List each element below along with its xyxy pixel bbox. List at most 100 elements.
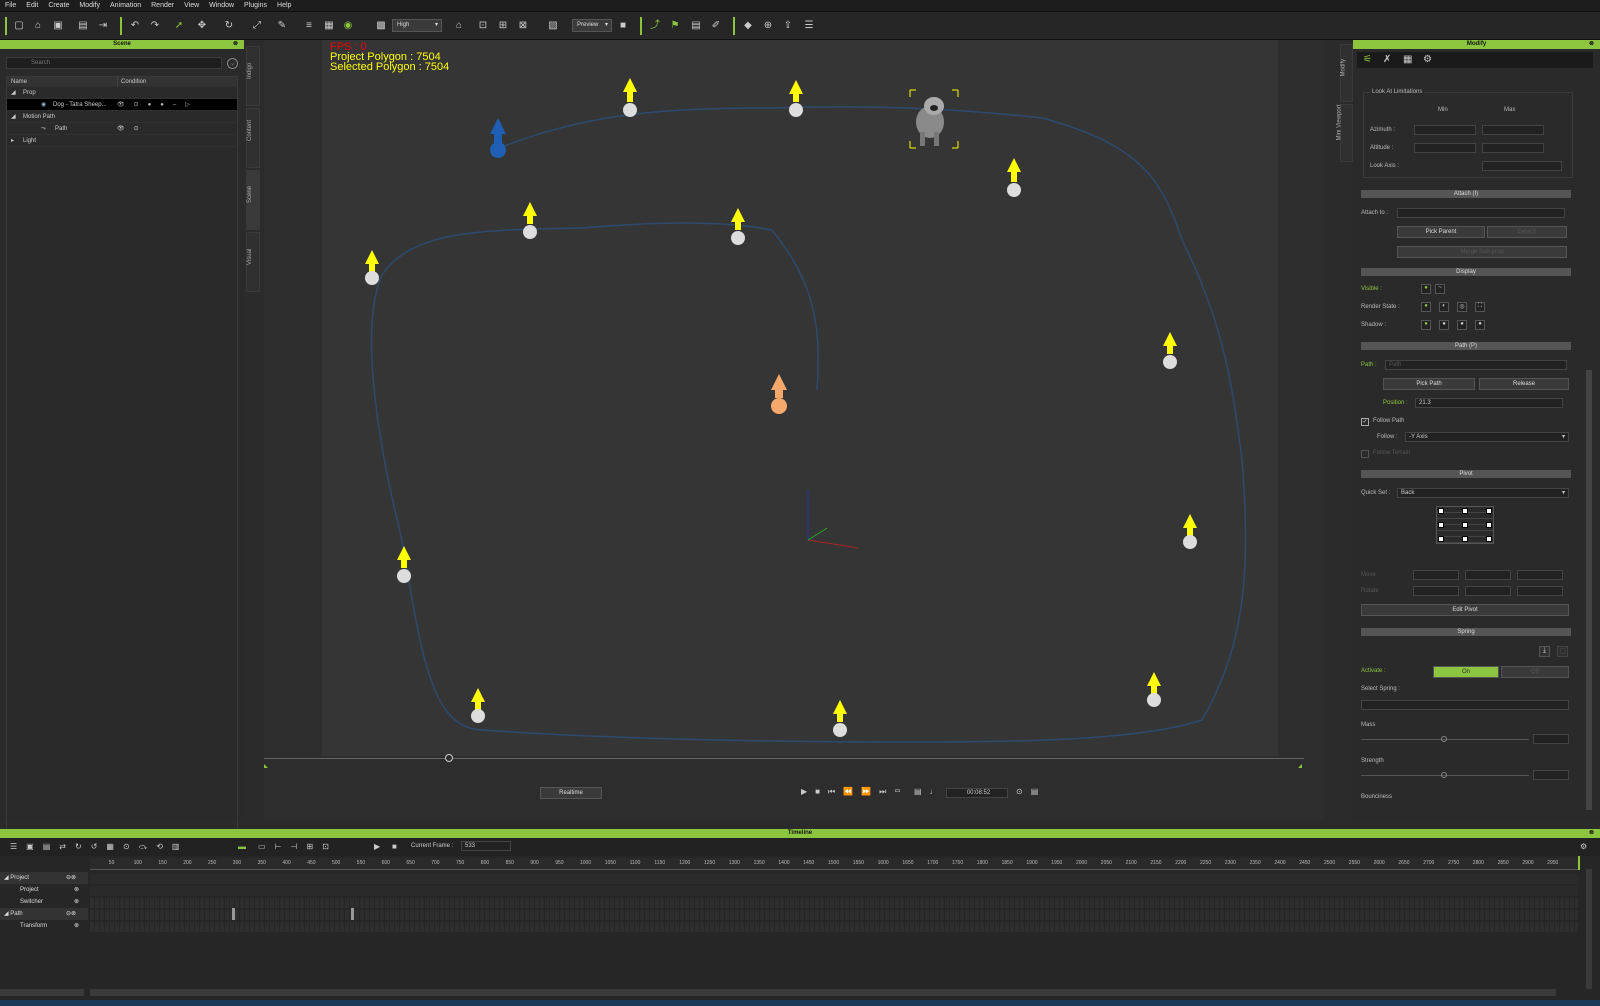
menu-animation[interactable]: Animation	[105, 0, 146, 12]
edit-pivot-button[interactable]: Edit Pivot	[1361, 604, 1569, 616]
track-lane[interactable]	[90, 874, 1578, 884]
position-field[interactable]: 21.3	[1415, 398, 1563, 408]
menu-help[interactable]: Help	[272, 0, 296, 12]
pivot-move-x[interactable]	[1413, 570, 1459, 580]
condition-icons[interactable]: 👁⊙	[117, 123, 148, 135]
track-lane[interactable]	[90, 910, 1578, 920]
track-project-group[interactable]: ◢ Project ⊖⊗	[0, 872, 88, 884]
close-icon[interactable]: ⊗	[1589, 40, 1594, 49]
tab-indigo[interactable]: Indigo	[246, 46, 260, 106]
timeline-tool-icons[interactable]: ☰▣▤⇄↻↺▦⊙⤼⟲▥	[10, 842, 188, 852]
tree-row-dog[interactable]: ◉ Dog - Tatra Sheep... 👁⊙●●‒▷	[7, 99, 237, 111]
range-end-icon[interactable]	[1298, 764, 1302, 768]
mass-slider-thumb[interactable]	[1441, 736, 1447, 742]
pick-path-button[interactable]: Pick Path	[1383, 378, 1475, 390]
attach-section-header[interactable]: Attach (I)	[1361, 190, 1571, 198]
spring-on-button[interactable]: On	[1433, 666, 1499, 678]
share-icon[interactable]: ⇪	[781, 19, 795, 33]
tab-mini-viewport[interactable]: Mini Viewport	[1337, 104, 1353, 162]
timeline-horizontal-scrollbar[interactable]	[90, 989, 1556, 996]
spring-off-button[interactable]: Off	[1501, 666, 1569, 678]
attach-to-field[interactable]	[1397, 208, 1565, 218]
spring-save-icon[interactable]: ▢	[1557, 646, 1568, 657]
playback-controls[interactable]: ▶■⏮⏪⏩⏭▭	[801, 787, 909, 797]
detach-button[interactable]: Detach	[1487, 226, 1567, 238]
attributes-icon[interactable]: ⚟	[1363, 54, 1372, 65]
altitude-max-field[interactable]	[1482, 143, 1544, 153]
save-icon[interactable]: ▣	[51, 19, 65, 33]
flag-icon[interactable]: ⚑	[668, 19, 682, 33]
timeline-play-icon[interactable]: ▶	[374, 842, 380, 851]
timeline-ruler[interactable]: 50 100 150 200 250 300 350 400 450 500 550 600 650 70…	[90, 858, 1578, 870]
menu-create[interactable]: Create	[43, 0, 74, 12]
tab-visual[interactable]: Visual	[246, 232, 260, 292]
modify-scrollbar[interactable]	[1586, 370, 1592, 810]
menu-plugins[interactable]: Plugins	[239, 0, 272, 12]
frame-icon[interactable]: ⊞	[496, 19, 510, 33]
close-icon[interactable]: ⊗	[1589, 829, 1594, 838]
timeline-settings-icon[interactable]: ⚙	[1580, 842, 1587, 851]
layer-icon[interactable]: ▦	[322, 19, 336, 33]
zoom-icon[interactable]: ⊕	[761, 19, 775, 33]
pivot-section-header[interactable]: Pivot	[1361, 470, 1571, 478]
redo-icon[interactable]: ↷	[148, 19, 162, 33]
path-section-header[interactable]: Path (P)	[1361, 342, 1571, 350]
tab-content[interactable]: Content	[246, 108, 260, 168]
physics-icon[interactable]: ⚙	[1423, 54, 1432, 65]
pin-icon[interactable]: ◆	[741, 19, 755, 33]
scale-icon[interactable]: ⤢	[250, 19, 264, 33]
spring-section-header[interactable]: Spring	[1361, 628, 1571, 636]
select-icon[interactable]: ➚	[172, 19, 186, 33]
visible-wire-toggle[interactable]: ~	[1435, 284, 1445, 294]
track-options-icon[interactable]: ⊖⊗	[66, 872, 76, 884]
display-section-header[interactable]: Display	[1361, 268, 1571, 276]
condition-icons[interactable]: 👁⊙●●‒▷	[117, 99, 199, 111]
shadow-none-toggle[interactable]: ●	[1475, 320, 1485, 330]
tab-modify[interactable]: Modify	[1340, 44, 1353, 102]
track-project[interactable]: Project ⊗	[0, 884, 88, 896]
open-icon[interactable]: ⌂	[31, 19, 45, 33]
waypoint-icon[interactable]: ▤	[689, 19, 703, 33]
camera-icon[interactable]: ■	[616, 19, 630, 33]
strength-slider-thumb[interactable]	[1441, 772, 1447, 778]
pivot-grid[interactable]	[1436, 506, 1494, 544]
menu-view[interactable]: View	[179, 0, 204, 12]
keyframe-marker[interactable]	[351, 908, 354, 920]
path-field[interactable]: Path	[1385, 360, 1567, 370]
motion-icon[interactable]: ✗	[1383, 54, 1391, 65]
azimuth-max-field[interactable]	[1482, 125, 1544, 135]
undo-icon[interactable]: ↶	[128, 19, 142, 33]
track-options-icon[interactable]: ⊖⊗	[66, 908, 76, 920]
follow-terrain-checkbox[interactable]	[1361, 450, 1369, 458]
render-wire-toggle[interactable]: ◎	[1457, 302, 1467, 312]
select-spring-select[interactable]	[1361, 700, 1569, 710]
move-icon[interactable]: ✥	[195, 19, 209, 33]
pivot-rotate-x[interactable]	[1413, 586, 1459, 596]
material-icon[interactable]: ▦	[1403, 54, 1412, 65]
edit-path-icon[interactable]: ✐	[709, 19, 723, 33]
quick-set-select[interactable]: Back ▾	[1397, 488, 1569, 498]
menu-modify[interactable]: Modify	[74, 0, 105, 12]
loop-controls[interactable]: ⊙▤	[1016, 787, 1046, 796]
pivot-move-z[interactable]	[1517, 570, 1563, 580]
render-smooth-toggle[interactable]: ●	[1421, 302, 1431, 312]
look-axis-select[interactable]	[1482, 161, 1562, 171]
follow-select[interactable]: -Y Axis ▾	[1405, 432, 1569, 442]
playback-slider-thumb[interactable]	[445, 754, 453, 762]
realtime-button[interactable]: Realtime	[540, 787, 602, 799]
shadow-receive-toggle[interactable]: ●	[1439, 320, 1449, 330]
pivot-rotate-z[interactable]	[1517, 586, 1563, 596]
viewport[interactable]: FPS : 0 Project Polygon : 7504 Selected …	[264, 40, 1324, 820]
pick-parent-button[interactable]: Pick Parent	[1397, 226, 1485, 238]
shadow-cast-toggle[interactable]: ●	[1421, 320, 1431, 330]
quality-select[interactable]: High ▾	[392, 19, 442, 32]
track-switcher[interactable]: Switcher ⊗	[0, 896, 88, 908]
path-icon[interactable]: ⤴	[648, 19, 662, 33]
merge-sub-prop-button[interactable]: Merge Sub-prop	[1397, 246, 1567, 258]
render-faceted-toggle[interactable]: ◐	[1439, 302, 1449, 312]
track-transform[interactable]: Transform ⊗	[0, 920, 88, 932]
track-lane[interactable]	[90, 898, 1578, 908]
tree-row-path[interactable]: ⤳ Path 👁⊙	[7, 123, 237, 135]
scene-search-input[interactable]: Search	[6, 57, 222, 69]
expand-icon[interactable]: ◢	[11, 87, 16, 99]
